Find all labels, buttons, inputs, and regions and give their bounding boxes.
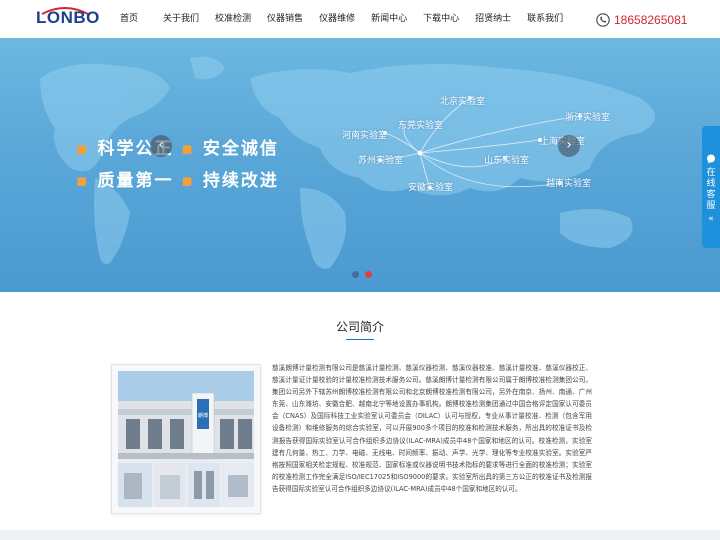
company-photo: 朗博 (111, 364, 261, 514)
main-nav: 首页 关于我们 校准检测 仪器销售 仪器维修 新闻中心 下载中心 招贤纳士 联系… (110, 0, 571, 38)
lab-label-dongguan: 东莞实验室 (398, 121, 444, 131)
lab-label-suzhou: 苏州实验室 (358, 156, 404, 166)
logo[interactable]: LONBO (36, 6, 99, 30)
lab-label-anhui: 安徽实验室 (408, 183, 454, 193)
bullet-icon: ▪ (181, 139, 195, 159)
site-header: LONBO 首页 关于我们 校准检测 仪器销售 仪器维修 新闻中心 下载中心 招… (0, 0, 720, 38)
lab-label-beijing: 北京实验室 (440, 97, 486, 107)
slogan-integrity: 安全诚信 (202, 139, 279, 159)
section-title: 公司简介 (335, 320, 384, 334)
nav-calibration[interactable]: 校准检测 (207, 0, 259, 38)
nav-download[interactable]: 下载中心 (415, 0, 467, 38)
nav-about[interactable]: 关于我们 (155, 0, 207, 38)
slogan-line-1: ▪ 科学公正 ▪ 安全诚信 (76, 134, 279, 159)
lab-label-vietnam: 越南实验室 (546, 179, 592, 189)
company-building-image: 朗博 (118, 371, 254, 507)
nav-repair[interactable]: 仪器维修 (311, 0, 363, 38)
chat-bubble-icon (707, 154, 715, 164)
phone-number: 18658265081 (614, 13, 688, 27)
online-service-label: 在线客服 (706, 168, 716, 211)
next-section-strip (0, 530, 720, 540)
slogan-line-2: ▪ 质量第一 ▪ 持续改进 (76, 166, 279, 191)
company-intro-text: 慈溪朗博计量检测有限公司是慈溪计量检测、慈溪仪器检测、慈溪仪器校准、慈溪计量校准… (272, 364, 592, 493)
nav-careers[interactable]: 招贤纳士 (467, 0, 519, 38)
slide-dot-2[interactable] (365, 271, 372, 278)
phone-icon (596, 13, 610, 27)
nav-sales[interactable]: 仪器销售 (259, 0, 311, 38)
logo-text: LONBO (36, 8, 100, 27)
hero-banner: ▪ 科学公正 ▪ 安全诚信 ▪ 质量第一 ▪ 持续改进 北京实验室 浙江实验室 … (0, 38, 720, 292)
nav-news[interactable]: 新闻中心 (363, 0, 415, 38)
online-service-float[interactable]: 在线客服 « (702, 126, 720, 248)
lab-label-shandong: 山东实验室 (484, 156, 530, 166)
nav-contact[interactable]: 联系我们 (519, 0, 571, 38)
slide-indicators (352, 271, 378, 278)
bullet-icon: ▪ (76, 139, 90, 159)
building-sign-text: 朗博 (198, 412, 208, 419)
bullet-icon: ▪ (76, 171, 90, 191)
bullet-icon: ▪ (181, 171, 195, 191)
prev-slide-button[interactable]: ‹ (150, 135, 172, 157)
lab-label-zhejiang: 浙江实验室 (565, 113, 611, 123)
slogan-improve: 持续改进 (202, 171, 279, 191)
nav-home[interactable]: 首页 (110, 0, 155, 38)
lab-label-henan: 河南实验室 (342, 131, 388, 141)
slogan-quality: 质量第一 (97, 171, 174, 191)
next-slide-button[interactable]: › (558, 135, 580, 157)
slide-dot-1[interactable] (352, 271, 359, 278)
phone-contact[interactable]: 18658265081 (596, 10, 687, 30)
title-underline (346, 339, 374, 340)
collapse-icon[interactable]: « (705, 214, 717, 225)
